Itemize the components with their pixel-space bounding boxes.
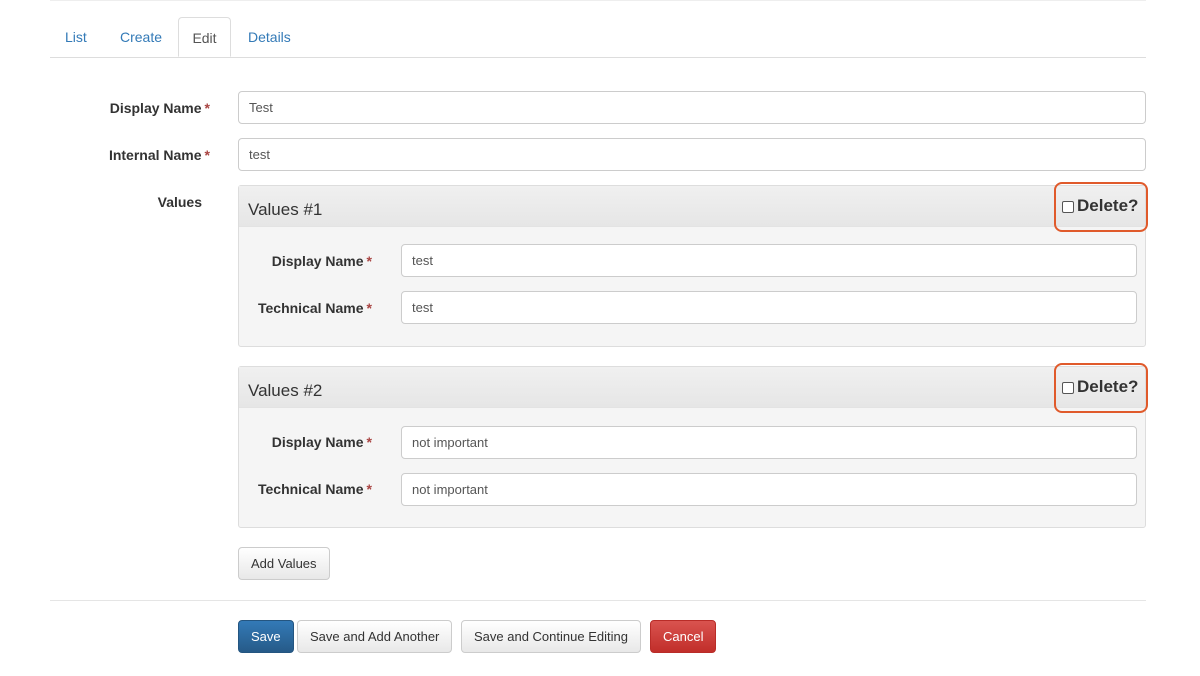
value-2-display-name-label-text: Display Name [271, 434, 364, 450]
value-1-technical-name-input[interactable]: test [401, 291, 1137, 324]
tab-edit[interactable]: Edit [178, 17, 231, 57]
save-continue-editing-button[interactable]: Save and Continue Editing [461, 620, 641, 653]
required-marker: * [366, 253, 372, 269]
value-1-technical-name-label: Technical Name * [258, 300, 372, 316]
tab-create[interactable]: Create [120, 17, 162, 57]
internal-name-input[interactable]: test [238, 138, 1146, 171]
value-2-technical-name-input[interactable]: not important [401, 473, 1137, 506]
values-panel-2-header: Values #2 Delete? [239, 363, 1148, 413]
add-values-button[interactable]: Add Values [238, 547, 330, 580]
values-panel-2-title: Values #2 [248, 381, 323, 400]
form-actions-divider [50, 600, 1146, 601]
required-marker: * [366, 300, 372, 316]
checkbox-icon[interactable] [1062, 382, 1074, 394]
tab-details[interactable]: Details [248, 17, 291, 57]
checkbox-icon[interactable] [1062, 201, 1074, 213]
save-button[interactable]: Save [238, 620, 294, 653]
value-2-display-name-input[interactable]: not important [401, 426, 1137, 459]
value-2-technical-name-label: Technical Name * [258, 481, 372, 497]
required-marker: * [204, 100, 210, 116]
value-1-display-name-label: Display Name * [272, 253, 372, 269]
display-name-input[interactable]: Test [238, 91, 1146, 124]
internal-name-label: Internal Name * [109, 147, 210, 163]
cancel-button[interactable]: Cancel [650, 620, 717, 653]
value-2-technical-name-label-text: Technical Name [257, 481, 364, 497]
display-name-label-text: Display Name [109, 100, 202, 116]
nav-tabs: List Create Edit Details [50, 17, 1146, 58]
tab-list[interactable]: List [65, 17, 87, 57]
required-marker: * [366, 434, 372, 450]
values-label: Values [157, 194, 202, 210]
value-1-display-name-label-text: Display Name [271, 253, 364, 269]
delete-label-1: Delete? [1077, 196, 1139, 215]
required-marker: * [204, 147, 210, 163]
value-2-display-name-label: Display Name * [272, 434, 372, 450]
delete-label-2: Delete? [1077, 377, 1139, 396]
values-panel-2: Values #2 Delete? Display Name * not impo… [238, 363, 1148, 528]
display-name-label: Display Name * [110, 100, 210, 116]
delete-checkbox-1[interactable]: Delete? [1054, 182, 1148, 232]
required-marker: * [366, 481, 372, 497]
value-1-technical-name-label-text: Technical Name [257, 300, 364, 316]
delete-checkbox-2[interactable]: Delete? [1054, 363, 1148, 413]
values-panel-1: Values #1 Delete? Display Name * test Tec… [238, 182, 1148, 347]
value-1-display-name-input[interactable]: test [401, 244, 1137, 277]
values-panel-1-header: Values #1 Delete? [239, 182, 1148, 232]
top-border [50, 0, 1146, 1]
save-add-another-button[interactable]: Save and Add Another [297, 620, 453, 653]
values-panel-1-title: Values #1 [248, 200, 323, 219]
internal-name-label-text: Internal Name [108, 147, 202, 163]
